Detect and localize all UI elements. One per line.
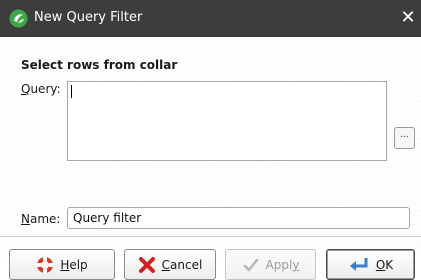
cancel-label: Cancel — [161, 257, 203, 272]
app-logo-icon — [9, 9, 28, 28]
red-x-icon — [138, 256, 155, 273]
check-icon — [243, 258, 258, 271]
cancel-button[interactable]: Cancel — [124, 249, 216, 280]
close-button[interactable]: ✕ — [398, 7, 418, 29]
help-button[interactable]: Help — [9, 249, 115, 280]
apply-label: Apply — [265, 257, 300, 272]
dialog-body: Select rows from collar Query: ... Name:… — [0, 37, 421, 280]
section-heading: Select rows from collar — [21, 58, 178, 72]
name-label: Name: — [21, 212, 61, 226]
close-icon: ✕ — [400, 7, 416, 28]
query-builder-button[interactable]: ... — [394, 127, 415, 149]
help-label: Help — [60, 257, 88, 272]
text-caret — [71, 85, 72, 98]
ok-label: OK — [375, 257, 394, 272]
ok-button[interactable]: OK — [326, 249, 415, 280]
title-bar: New Query Filter ✕ — [0, 0, 421, 37]
query-filter-dialog: New Query Filter ✕ Select rows from coll… — [0, 0, 421, 280]
lifebuoy-icon — [37, 256, 54, 273]
query-label: Query: — [21, 82, 61, 96]
button-divider — [0, 236, 421, 237]
query-textarea[interactable] — [67, 81, 387, 161]
apply-button[interactable]: Apply — [225, 249, 316, 280]
enter-arrow-icon — [349, 257, 368, 271]
window-title: New Query Filter — [34, 10, 143, 25]
name-field[interactable] — [67, 207, 410, 229]
